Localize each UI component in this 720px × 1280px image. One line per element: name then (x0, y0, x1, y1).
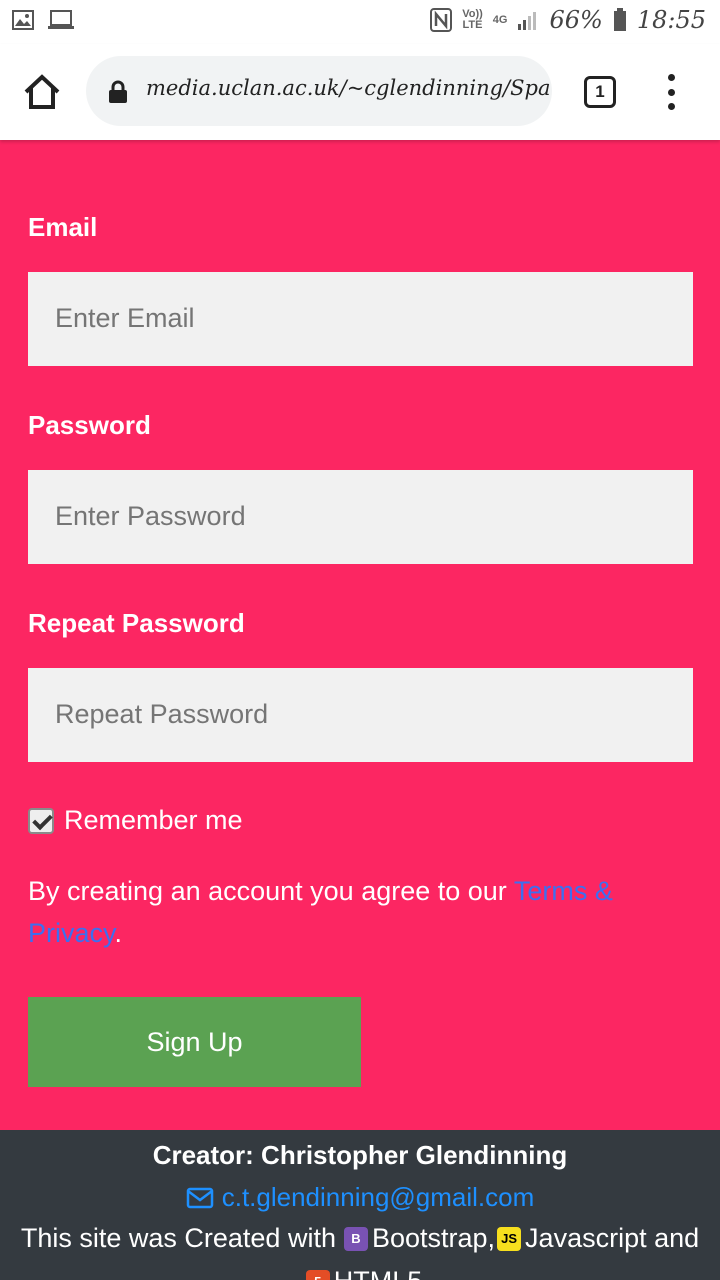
menu-dot-icon (667, 103, 675, 110)
url-text: media.uclan.ac.uk/~cglendinning/Spa (146, 76, 551, 100)
laptop-icon (48, 10, 74, 29)
email-link[interactable]: c.t.glendinning@gmail.com (0, 1182, 720, 1213)
footer: Creator: Christopher Glendinning c.t.gle… (0, 1130, 720, 1280)
repeat-password-label: Repeat Password (28, 608, 245, 638)
lock-icon (109, 80, 127, 103)
more-menu-button[interactable] (660, 74, 682, 110)
battery-percent: 66% (549, 6, 603, 34)
envelope-icon (186, 1187, 213, 1208)
built-prefix: This site was Created with (20, 1223, 336, 1253)
javascript-icon: JS (497, 1226, 522, 1251)
email-text: c.t.glendinning@gmail.com (221, 1182, 535, 1212)
repeat-password-field[interactable]: Repeat Password (28, 668, 693, 762)
terms-period: . (114, 918, 123, 948)
javascript-text: Javascript and (525, 1223, 700, 1253)
clock: 18:55 (636, 6, 706, 34)
html5-line: 5 HTML5 (0, 1266, 720, 1280)
bootstrap-text: Bootstrap, (371, 1223, 496, 1253)
sign-up-button[interactable]: Sign Up (28, 997, 361, 1087)
email-field[interactable]: Enter Email (28, 272, 693, 366)
browser-toolbar: media.uclan.ac.uk/~cglendinning/Spa 1 (0, 44, 720, 140)
battery-icon (613, 8, 626, 31)
network-type: 4G (492, 13, 508, 26)
bootstrap-icon: B (343, 1226, 368, 1251)
password-placeholder: Enter Password (55, 501, 246, 531)
home-icon (24, 74, 60, 109)
email-label: Email (28, 212, 98, 242)
volte-icon: Vo)) LTE (462, 8, 483, 31)
status-bar: Vo)) LTE 4G 66% 18:55 (0, 0, 720, 44)
signup-form: Email Enter Email Password Enter Passwor… (0, 140, 720, 1130)
html5-icon: 5 (305, 1269, 330, 1280)
remember-me: Remember me (28, 805, 243, 836)
repeat-password-placeholder: Repeat Password (55, 699, 269, 729)
terms-notice: By creating an account you agree to our … (28, 870, 678, 954)
menu-dot-icon (667, 74, 675, 81)
creator-credit: Creator: Christopher Glendinning (152, 1140, 568, 1170)
email-placeholder: Enter Email (55, 303, 195, 333)
nfc-icon (430, 8, 453, 32)
terms-text: By creating an account you agree to our (28, 876, 514, 906)
home-button[interactable] (22, 72, 62, 112)
signal-icon (518, 12, 537, 30)
gallery-icon (12, 10, 34, 30)
remember-checkbox[interactable] (28, 807, 54, 834)
tab-switcher-button[interactable]: 1 (584, 76, 616, 108)
password-label: Password (28, 410, 151, 440)
html5-text: HTML5 (334, 1266, 423, 1280)
address-bar[interactable]: media.uclan.ac.uk/~cglendinning/Spa (86, 56, 552, 126)
remember-label: Remember me (64, 805, 243, 835)
password-field[interactable]: Enter Password (28, 470, 693, 564)
menu-dot-icon (667, 88, 675, 96)
built-with-line: This site was Created with B Bootstrap, … (0, 1223, 720, 1254)
